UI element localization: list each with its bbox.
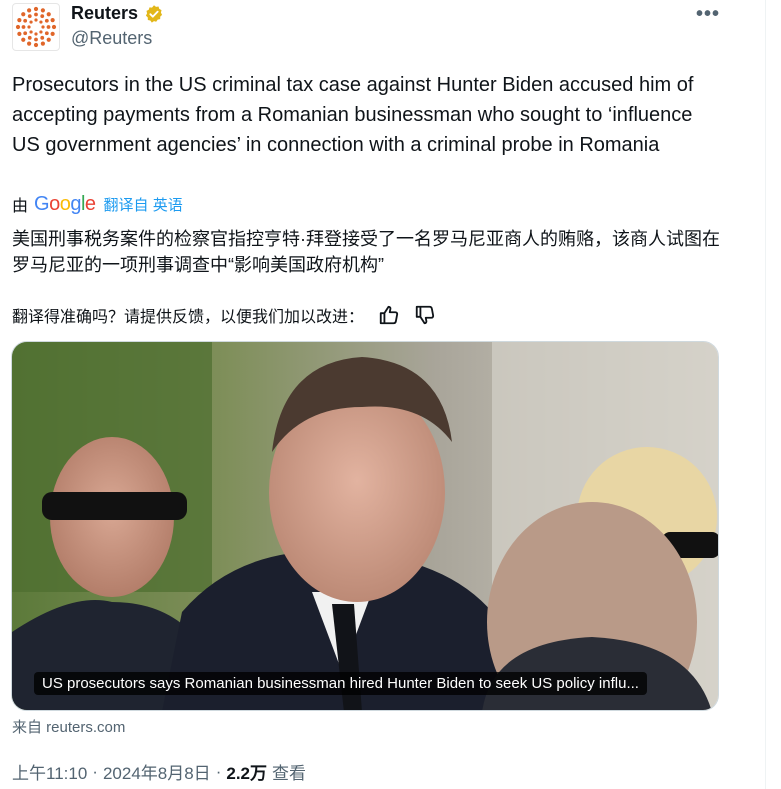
tweet-meta: 上午11:10 · 2024年8月8日 · 2.2万 查看 [12,759,306,784]
thumbs-up-icon[interactable] [378,304,400,326]
logo-dot [29,20,33,24]
logo-dot [33,6,39,12]
logo-dot [40,41,45,46]
separator: · [215,761,222,781]
logo-dot [39,20,43,24]
translation-prefix: 由 [12,198,29,215]
logo-dot [34,32,38,36]
news-photo [12,342,718,710]
logo-dot [23,31,28,36]
link-source[interactable]: 来自 reuters.com [12,716,125,737]
logo-dot [27,14,32,19]
author-handle[interactable]: @Reuters [71,28,152,49]
right-sidebar-edge [765,0,781,789]
logo-dot [40,14,45,19]
logo-dot [21,37,26,42]
logo-dot [15,24,21,30]
more-options-button[interactable]: ••• [694,4,722,24]
logo-dot [51,24,57,30]
logo-dot [27,35,32,40]
logo-dot [50,31,55,36]
logo-dot [46,12,51,17]
logo-dot [33,42,39,48]
media-card[interactable]: US prosecutors says Romanian businessman… [11,341,719,711]
logo-dot [17,18,22,23]
logo-dot [21,12,26,17]
tweet-text: Prosecutors in the US criminal tax case … [12,74,694,156]
logo-dot [23,18,28,23]
feedback-prompt: 翻译得准确吗？请提供反馈，以便我们加以改进： [12,309,365,326]
view-label: 查看 [272,764,306,783]
view-count: 2.2万 [226,764,267,783]
google-logo-icon: Google [34,192,96,215]
translation-attribution: 由 Google 翻译自 英语 [12,192,183,216]
verified-badge-icon[interactable] [144,4,164,24]
media-caption: US prosecutors says Romanian businessman… [34,672,647,695]
tweet-date[interactable]: 2024年8月8日 [103,759,211,784]
avatar[interactable] [12,3,60,51]
logo-dot [50,18,55,23]
logo-dot [17,31,22,36]
logo-dot [27,41,32,46]
logo-dot [27,8,32,13]
author-display-name[interactable]: Reuters [71,3,138,24]
separator: · [92,761,98,781]
translated-from-link[interactable]: 翻译自 英语 [104,194,183,215]
thumbs-down-icon[interactable] [414,304,436,326]
logo-dot [27,25,31,29]
logo-dot [34,37,38,42]
logo-dot [21,25,26,29]
logo-dot [29,30,33,34]
reuters-logo-icon [15,6,57,48]
logo-dot [44,31,49,36]
logo-dot [44,18,49,23]
logo-dot [41,25,45,29]
logo-dot [34,18,38,22]
translation-feedback: 翻译得准确吗？请提供反馈，以便我们加以改进： [12,303,436,327]
logo-dot [46,25,51,29]
logo-dot [34,12,38,17]
tweet-time[interactable]: 上午11:10 [12,759,87,784]
logo-dot [40,8,45,13]
logo-dot [46,37,51,42]
logo-dot [40,35,45,40]
author-name-row: Reuters [71,3,164,24]
translated-text: 美国刑事税务案件的检察官指控亨特·拜登接受了一名罗马尼亚商人的贿赂，该商人试图在… [12,229,720,275]
logo-dot [39,30,43,34]
